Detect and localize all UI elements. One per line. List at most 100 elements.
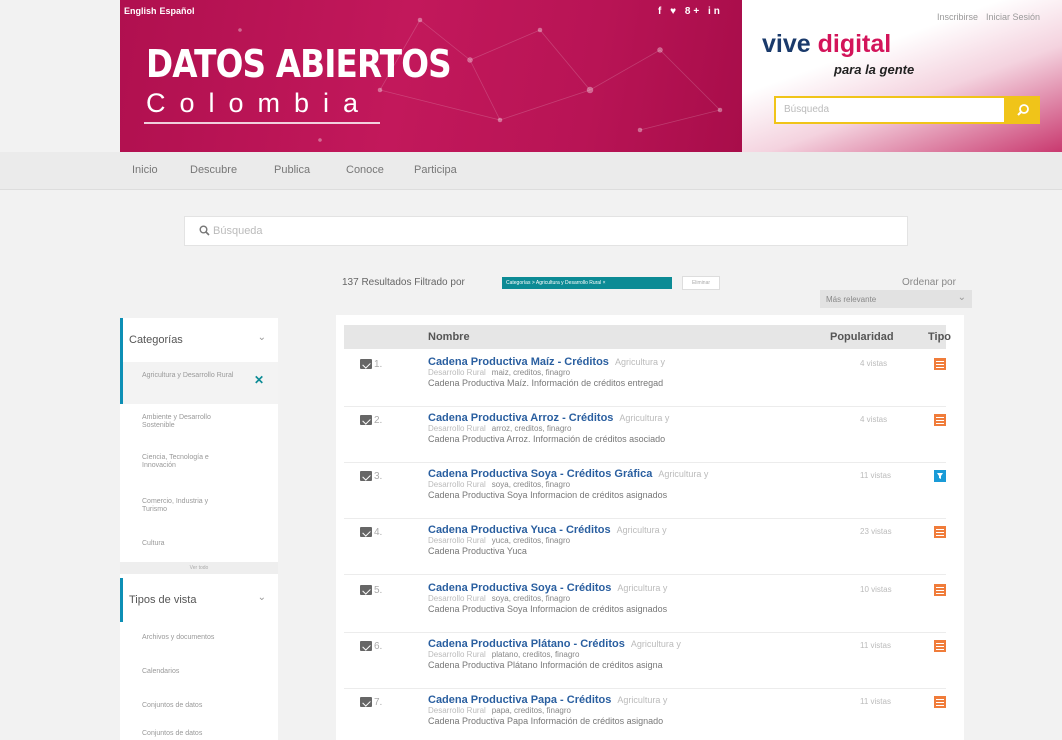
dataset-category[interactable]: Agricultura y	[617, 583, 667, 593]
dataset-title-line: Cadena Productiva Maíz - Créditos Agricul…	[428, 356, 665, 368]
table-row[interactable]: 5. Cadena Productiva Soya - Créditos Agric…	[344, 577, 946, 633]
tipo-item[interactable]: Archivos y documentos	[120, 634, 278, 654]
table-row[interactable]: 1. Cadena Productiva Maíz - Créditos Agric…	[344, 351, 946, 407]
dataset-tags: papa, creditos, finagro	[491, 706, 571, 715]
signup-link[interactable]: Inscribirse	[937, 12, 978, 22]
clear-filters-button[interactable]: Eliminar	[682, 276, 720, 290]
dataset-category-cont[interactable]: Desarrollo Rural	[428, 536, 486, 545]
vive-text: vive	[762, 30, 811, 58]
chevron-down-icon: ⌄	[257, 592, 266, 603]
table-row[interactable]: 6. Cadena Productiva Plátano - Créditos Ag…	[344, 633, 946, 689]
dataset-title-line: Cadena Productiva Yuca - Créditos Agricul…	[428, 524, 667, 536]
tipo-item[interactable]: Calendarios	[120, 668, 278, 688]
dataset-category[interactable]: Agricultura y	[619, 413, 669, 423]
row-select-checkbox[interactable]	[360, 641, 372, 651]
dataset-category-cont[interactable]: Desarrollo Rural	[428, 480, 486, 489]
tipo-item[interactable]: Conjuntos de datos	[120, 730, 278, 740]
header-search-button[interactable]	[1006, 96, 1040, 124]
dataset-category[interactable]: Agricultura y	[658, 469, 708, 479]
active-filter-chip[interactable]: Categorías > Agricultura y Desarrollo Ru…	[502, 277, 672, 289]
lang-english[interactable]: English	[124, 6, 157, 16]
banner-right-panel: Inscribirse Iniciar Sesión vive digital p…	[742, 0, 1062, 152]
row-select-checkbox[interactable]	[360, 471, 372, 481]
column-header-popularidad[interactable]: Popularidad	[830, 331, 894, 343]
dataset-title-line: Cadena Productiva Plátano - Créditos Agri…	[428, 638, 681, 650]
row-select-checkbox[interactable]	[360, 585, 372, 595]
lang-espanol[interactable]: Español	[160, 6, 195, 16]
dataset-meta-line: Desarrollo Rural arroz, creditos, finagro	[428, 424, 571, 433]
category-item-agricultura[interactable]: Agricultura y Desarrollo Rural ✕	[120, 362, 278, 404]
dataset-description: Cadena Productiva Papa Información de cr…	[428, 716, 664, 726]
row-select-checkbox[interactable]	[360, 527, 372, 537]
table-icon	[934, 696, 946, 708]
dataset-category-cont[interactable]: Desarrollo Rural	[428, 368, 486, 377]
row-select-checkbox[interactable]	[360, 415, 372, 425]
nav-conoce[interactable]: Conoce	[346, 164, 384, 176]
categorias-header[interactable]: Categorías ⌄	[120, 318, 278, 362]
dataset-meta-line: Desarrollo Rural platano, creditos, finag…	[428, 650, 579, 659]
dataset-title-link[interactable]: Cadena Productiva Soya - Créditos	[428, 582, 611, 594]
dataset-meta-line: Desarrollo Rural soya, creditos, finagro	[428, 480, 570, 489]
dataset-category-cont[interactable]: Desarrollo Rural	[428, 706, 486, 715]
search-placeholder: Búsqueda	[213, 225, 263, 237]
dataset-meta-line: Desarrollo Rural papa, creditos, finagro	[428, 706, 571, 715]
dataset-popularity: 23 vistas	[860, 527, 892, 536]
table-row[interactable]: 4. Cadena Productiva Yuca - Créditos Agric…	[344, 519, 946, 575]
login-link[interactable]: Iniciar Sesión	[986, 12, 1040, 22]
category-item-comercio[interactable]: Comercio, Industria y Turismo	[120, 492, 278, 532]
row-select-checkbox[interactable]	[360, 697, 372, 707]
row-number: 2.	[374, 415, 383, 426]
dataset-popularity: 4 vistas	[860, 359, 888, 368]
nav-inicio[interactable]: Inicio	[132, 164, 158, 176]
nav-descubre[interactable]: Descubre	[190, 164, 237, 176]
site-title[interactable]: DATOS ABIERTOS	[146, 42, 452, 86]
dataset-category[interactable]: Agricultura y	[631, 639, 681, 649]
dataset-description: Cadena Productiva Yuca	[428, 546, 527, 556]
dataset-title-link[interactable]: Cadena Productiva Arroz - Créditos	[428, 412, 613, 424]
table-icon	[934, 358, 946, 370]
dataset-search-input[interactable]: Búsqueda	[184, 216, 908, 246]
logo-tagline: para la gente	[834, 62, 915, 77]
dataset-tags: arroz, creditos, finagro	[491, 424, 572, 433]
dataset-title-link[interactable]: Cadena Productiva Papa - Créditos	[428, 694, 611, 706]
dataset-category[interactable]: Agricultura y	[617, 525, 667, 535]
table-row[interactable]: 7. Cadena Productiva Papa - Créditos Agric…	[344, 689, 946, 740]
table-row[interactable]: 2. Cadena Productiva Arroz - Créditos Agri…	[344, 407, 946, 463]
column-header-nombre[interactable]: Nombre	[428, 331, 470, 343]
dataset-popularity: 11 vistas	[860, 697, 891, 706]
row-select-checkbox[interactable]	[360, 359, 372, 369]
table-icon	[934, 584, 946, 596]
tipos-header[interactable]: Tipos de vista ⌄	[120, 578, 278, 622]
site-subtitle[interactable]: Colombia	[146, 88, 372, 119]
social-links[interactable]: f ♥ 8+ in	[658, 6, 723, 17]
category-item-cultura[interactable]: Cultura	[120, 540, 278, 560]
dataset-category-cont[interactable]: Desarrollo Rural	[428, 424, 486, 433]
dataset-tags: yuca, creditos, finagro	[491, 536, 571, 545]
dataset-category-cont[interactable]: Desarrollo Rural	[428, 594, 486, 603]
row-number: 7.	[374, 697, 383, 708]
ver-todo-link[interactable]: Ver todo	[120, 562, 278, 574]
sort-select[interactable]: Más relevante ⌄	[820, 290, 972, 308]
category-item-ambiente[interactable]: Ambiente y Desarrollo Sostenible	[120, 406, 278, 446]
nav-publica[interactable]: Publica	[274, 164, 310, 176]
table-row[interactable]: 3. Cadena Productiva Soya - Créditos Gráf…	[344, 463, 946, 519]
category-item-ciencia[interactable]: Ciencia, Tecnología e Innovación	[120, 448, 278, 488]
vive-digital-logo[interactable]: vive digital	[762, 30, 891, 59]
dataset-category[interactable]: Agricultura y	[615, 357, 665, 367]
tipo-item[interactable]: Conjuntos de datos	[120, 702, 278, 722]
close-icon[interactable]: ✕	[254, 374, 264, 386]
dataset-description: Cadena Productiva Plátano Información de…	[428, 660, 663, 670]
dataset-title-link[interactable]: Cadena Productiva Soya - Créditos Gráfic…	[428, 468, 652, 480]
table-icon	[934, 526, 946, 538]
header-search-input[interactable]: Búsqueda	[774, 96, 1006, 124]
dataset-category-cont[interactable]: Desarrollo Rural	[428, 650, 486, 659]
dataset-category[interactable]: Agricultura y	[617, 695, 667, 705]
column-header-tipo[interactable]: Tipo	[928, 331, 951, 343]
dataset-title-link[interactable]: Cadena Productiva Plátano - Créditos	[428, 638, 625, 650]
search-icon	[199, 225, 210, 236]
dataset-title-link[interactable]: Cadena Productiva Maíz - Créditos	[428, 356, 609, 368]
dataset-title-link[interactable]: Cadena Productiva Yuca - Créditos	[428, 524, 611, 536]
dataset-tags: soya, creditos, finagro	[491, 480, 571, 489]
banner-hero: English Español f ♥ 8+ in DATOS ABIERTOS …	[120, 0, 742, 152]
nav-participa[interactable]: Participa	[414, 164, 457, 176]
